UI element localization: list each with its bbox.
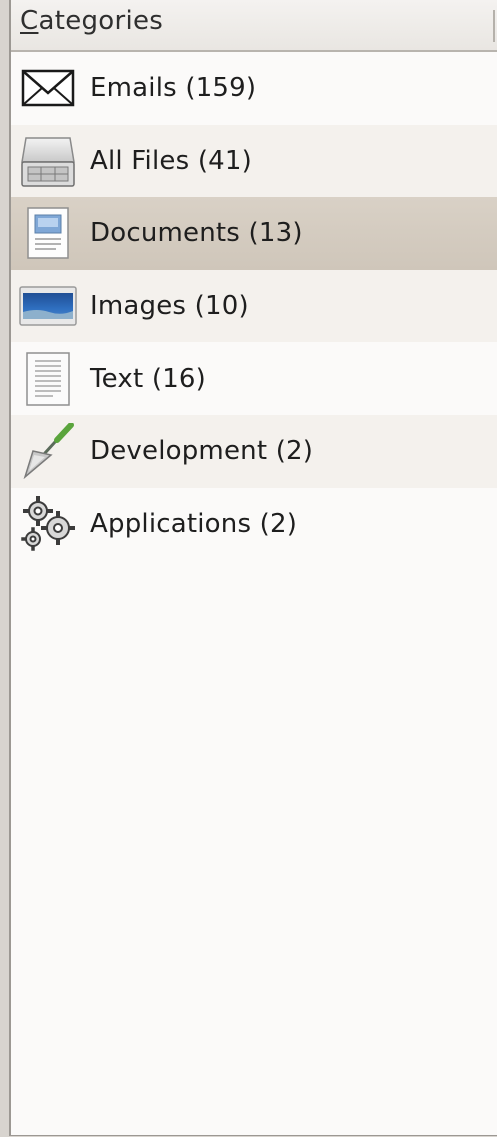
category-item-applications[interactable]: Applications (2): [11, 488, 497, 561]
envelope-icon: [19, 59, 77, 117]
header-label-rest: ategories: [38, 6, 164, 36]
category-item-emails[interactable]: Emails (159): [11, 52, 497, 125]
category-label: Documents (13): [90, 218, 303, 249]
categories-column-header[interactable]: Categories: [11, 0, 497, 52]
category-label: Applications (2): [90, 508, 298, 539]
category-label: Images (10): [90, 291, 249, 322]
drive-icon: [19, 132, 77, 190]
category-label: Emails (159): [90, 73, 257, 104]
category-item-text[interactable]: Text (16): [11, 342, 497, 415]
categories-panel: Categories Emails (159) All Files (41) D…: [9, 0, 497, 1136]
document-icon: [19, 204, 77, 262]
category-item-development[interactable]: Development (2): [11, 414, 497, 488]
gears-icon: [19, 495, 77, 553]
image-icon: [19, 277, 77, 335]
category-label: Text (16): [90, 363, 207, 394]
trowel-icon: [19, 422, 77, 480]
category-item-documents[interactable]: Documents (13): [11, 197, 497, 270]
category-label: Development (2): [90, 436, 314, 467]
column-separator[interactable]: [493, 10, 495, 42]
categories-header-label: Categories: [20, 6, 163, 36]
header-mnemonic: C: [20, 6, 39, 36]
text-file-icon: [19, 350, 77, 408]
category-list: Emails (159) All Files (41) Documents (1…: [11, 52, 497, 560]
category-label: All Files (41): [90, 145, 252, 176]
category-item-images[interactable]: Images (10): [11, 269, 497, 343]
category-item-all-files[interactable]: All Files (41): [11, 124, 497, 198]
